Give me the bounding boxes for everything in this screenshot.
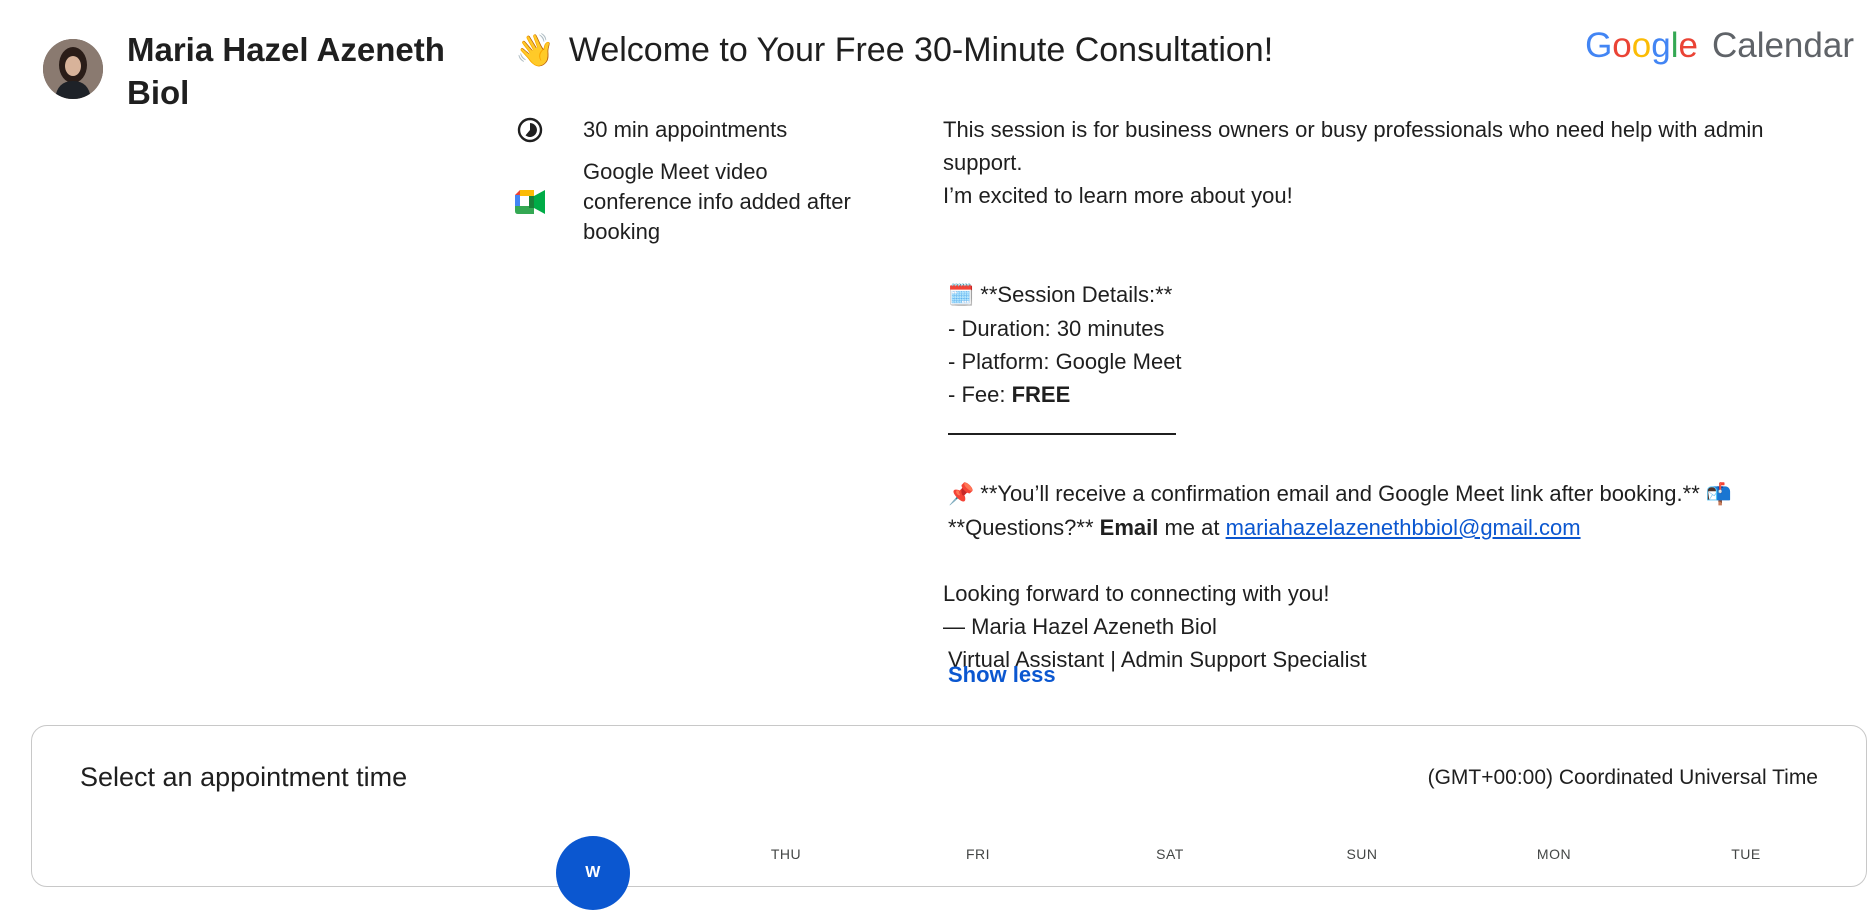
day-wed-selected[interactable]: W	[556, 836, 630, 910]
confirmation-note: 📌 **You’ll receive a confirmation email …	[948, 481, 1733, 506]
platform-detail: - Platform: Google Meet	[948, 349, 1182, 374]
divider-line	[943, 411, 1848, 444]
description-intro-line: This session is for business owners or b…	[943, 117, 1764, 175]
host-avatar	[43, 39, 103, 99]
day-tue[interactable]: TUE	[1716, 846, 1776, 862]
conference-text: Google Meet video conference info added …	[583, 159, 851, 244]
clock-icon	[515, 115, 545, 145]
questions-line: **Questions?** Email me at mariahazelaze…	[948, 515, 1581, 540]
fee-detail: - Fee: FREE	[948, 382, 1071, 407]
signature-line: — Maria Hazel Azeneth Biol	[943, 614, 1217, 639]
day-mon[interactable]: MON	[1524, 846, 1584, 862]
event-title: Welcome to Your Free 30-Minute Consultat…	[568, 30, 1274, 69]
day-sat[interactable]: SAT	[1140, 846, 1200, 862]
calendar-emoji-icon: 🗓️	[948, 284, 975, 307]
day-sun[interactable]: SUN	[1332, 846, 1392, 862]
google-wordmark: Google	[1585, 26, 1698, 65]
timezone-selector[interactable]: (GMT+00:00) Coordinated Universal Time	[1428, 766, 1818, 790]
closing-line: Looking forward to connecting with you!	[943, 581, 1330, 606]
event-description: This session is for business owners or b…	[943, 113, 1848, 676]
show-less-button[interactable]: Show less	[948, 662, 1056, 688]
fee-value: FREE	[1011, 382, 1071, 407]
google-meet-icon	[515, 187, 545, 217]
host-name: Maria Hazel Azeneth Biol	[127, 31, 445, 111]
duration-text: 30 min appointments	[583, 117, 788, 142]
mailbox-icon: 📬	[1705, 483, 1733, 506]
email-link[interactable]: mariahazelazenethbbiol@gmail.com	[1226, 515, 1581, 540]
waving-hand-icon: 👋	[515, 32, 555, 68]
appointment-card: Select an appointment time (GMT+00:00) C…	[31, 725, 1867, 910]
day-fri[interactable]: FRI	[948, 846, 1008, 862]
appointment-card-title: Select an appointment time	[80, 762, 408, 792]
pushpin-icon: 📌	[948, 483, 975, 506]
duration-detail: - Duration: 30 minutes	[948, 316, 1165, 341]
duration-row: 30 min appointments	[515, 115, 787, 145]
conference-row: Google Meet video conference info added …	[515, 157, 851, 244]
day-thu[interactable]: THU	[756, 846, 816, 862]
google-calendar-logo: Google Calendar	[1585, 26, 1854, 66]
calendar-wordmark: Calendar	[1711, 26, 1854, 65]
event-title-row: 👋 Welcome to Your Free 30-Minute Consult…	[515, 28, 1273, 72]
role-line: Virtual Assistant | Admin Support Specia…	[948, 647, 1367, 672]
description-intro-line: I’m excited to learn more about you!	[943, 183, 1293, 208]
session-details-heading: 🗓️ **Session Details:**	[948, 282, 1173, 307]
